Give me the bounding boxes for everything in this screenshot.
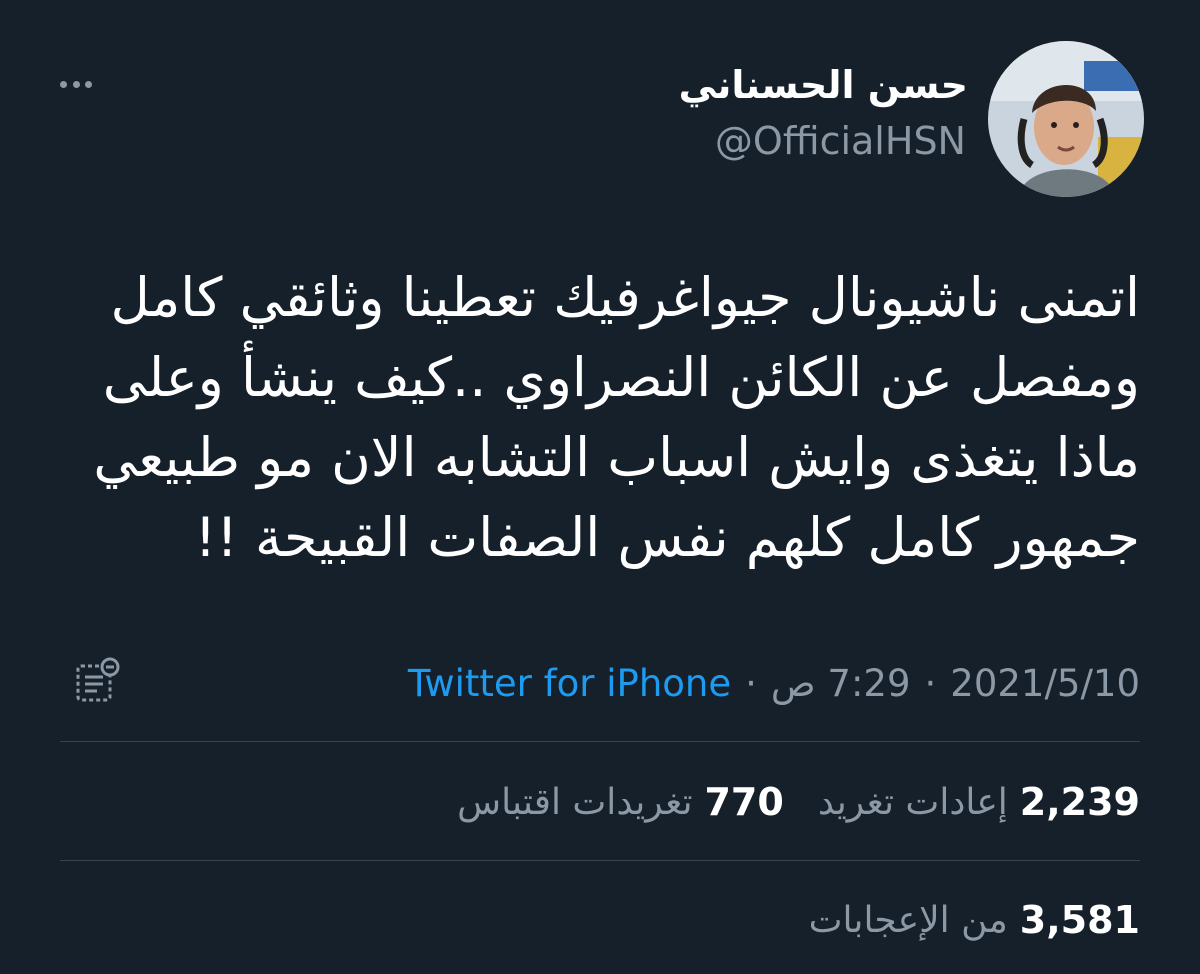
retweet-quote-stats: 2,239 إعادات تغريد 770 تغريدات اقتباس xyxy=(457,772,1140,832)
divider xyxy=(60,860,1140,861)
retweets-stat[interactable]: 2,239 إعادات تغريد xyxy=(818,780,1140,824)
tweet-text-line: ماذا يتغذى وايش اسباب التشابه الان مو طب… xyxy=(93,426,1140,489)
analytics-icon[interactable] xyxy=(70,656,126,706)
likes-count: 3,581 xyxy=(1019,898,1140,942)
author-handle[interactable]: @OfficialHSN xyxy=(715,122,966,160)
more-options-icon[interactable] xyxy=(60,74,92,94)
tweet-text-line: جمهور كامل كلهم نفس الصفات القبيحة !! xyxy=(194,506,1140,569)
tweet-time[interactable]: 7:29 ص xyxy=(771,662,911,705)
tweet-text-line: ومفصل عن الكائن النصراوي ..كيف ينشأ وعلى xyxy=(102,346,1140,409)
likes-label: من الإعجابات xyxy=(808,899,1008,941)
retweets-count: 2,239 xyxy=(1019,780,1140,824)
divider xyxy=(60,741,1140,742)
tweet-date[interactable]: 2021/5/10 xyxy=(950,662,1140,705)
meta-separator: · xyxy=(924,661,937,705)
meta-separator: · xyxy=(745,661,757,705)
tweet-meta: Twitter for iPhone · 7:29 ص · 2021/5/10 xyxy=(408,658,1140,708)
avatar[interactable] xyxy=(988,41,1144,197)
retweets-label: إعادات تغريد xyxy=(817,781,1008,823)
tweet-text: اتمنى ناشيونال جيواغرفيك تعطينا وثائقي ك… xyxy=(50,258,1140,578)
quotes-count: 770 xyxy=(704,780,784,824)
author-display-name[interactable]: حسن الحسناني xyxy=(679,66,968,104)
tweet-text-line: اتمنى ناشيونال جيواغرفيك تعطينا وثائقي ك… xyxy=(110,266,1140,329)
quotes-label: تغريدات اقتباس xyxy=(457,781,693,823)
tweet-source-link[interactable]: Twitter for iPhone xyxy=(408,662,731,705)
likes-stats: 3,581 من الإعجابات xyxy=(809,890,1140,950)
quotes-stat[interactable]: 770 تغريدات اقتباس xyxy=(457,780,784,824)
likes-stat[interactable]: 3,581 من الإعجابات xyxy=(809,898,1140,942)
